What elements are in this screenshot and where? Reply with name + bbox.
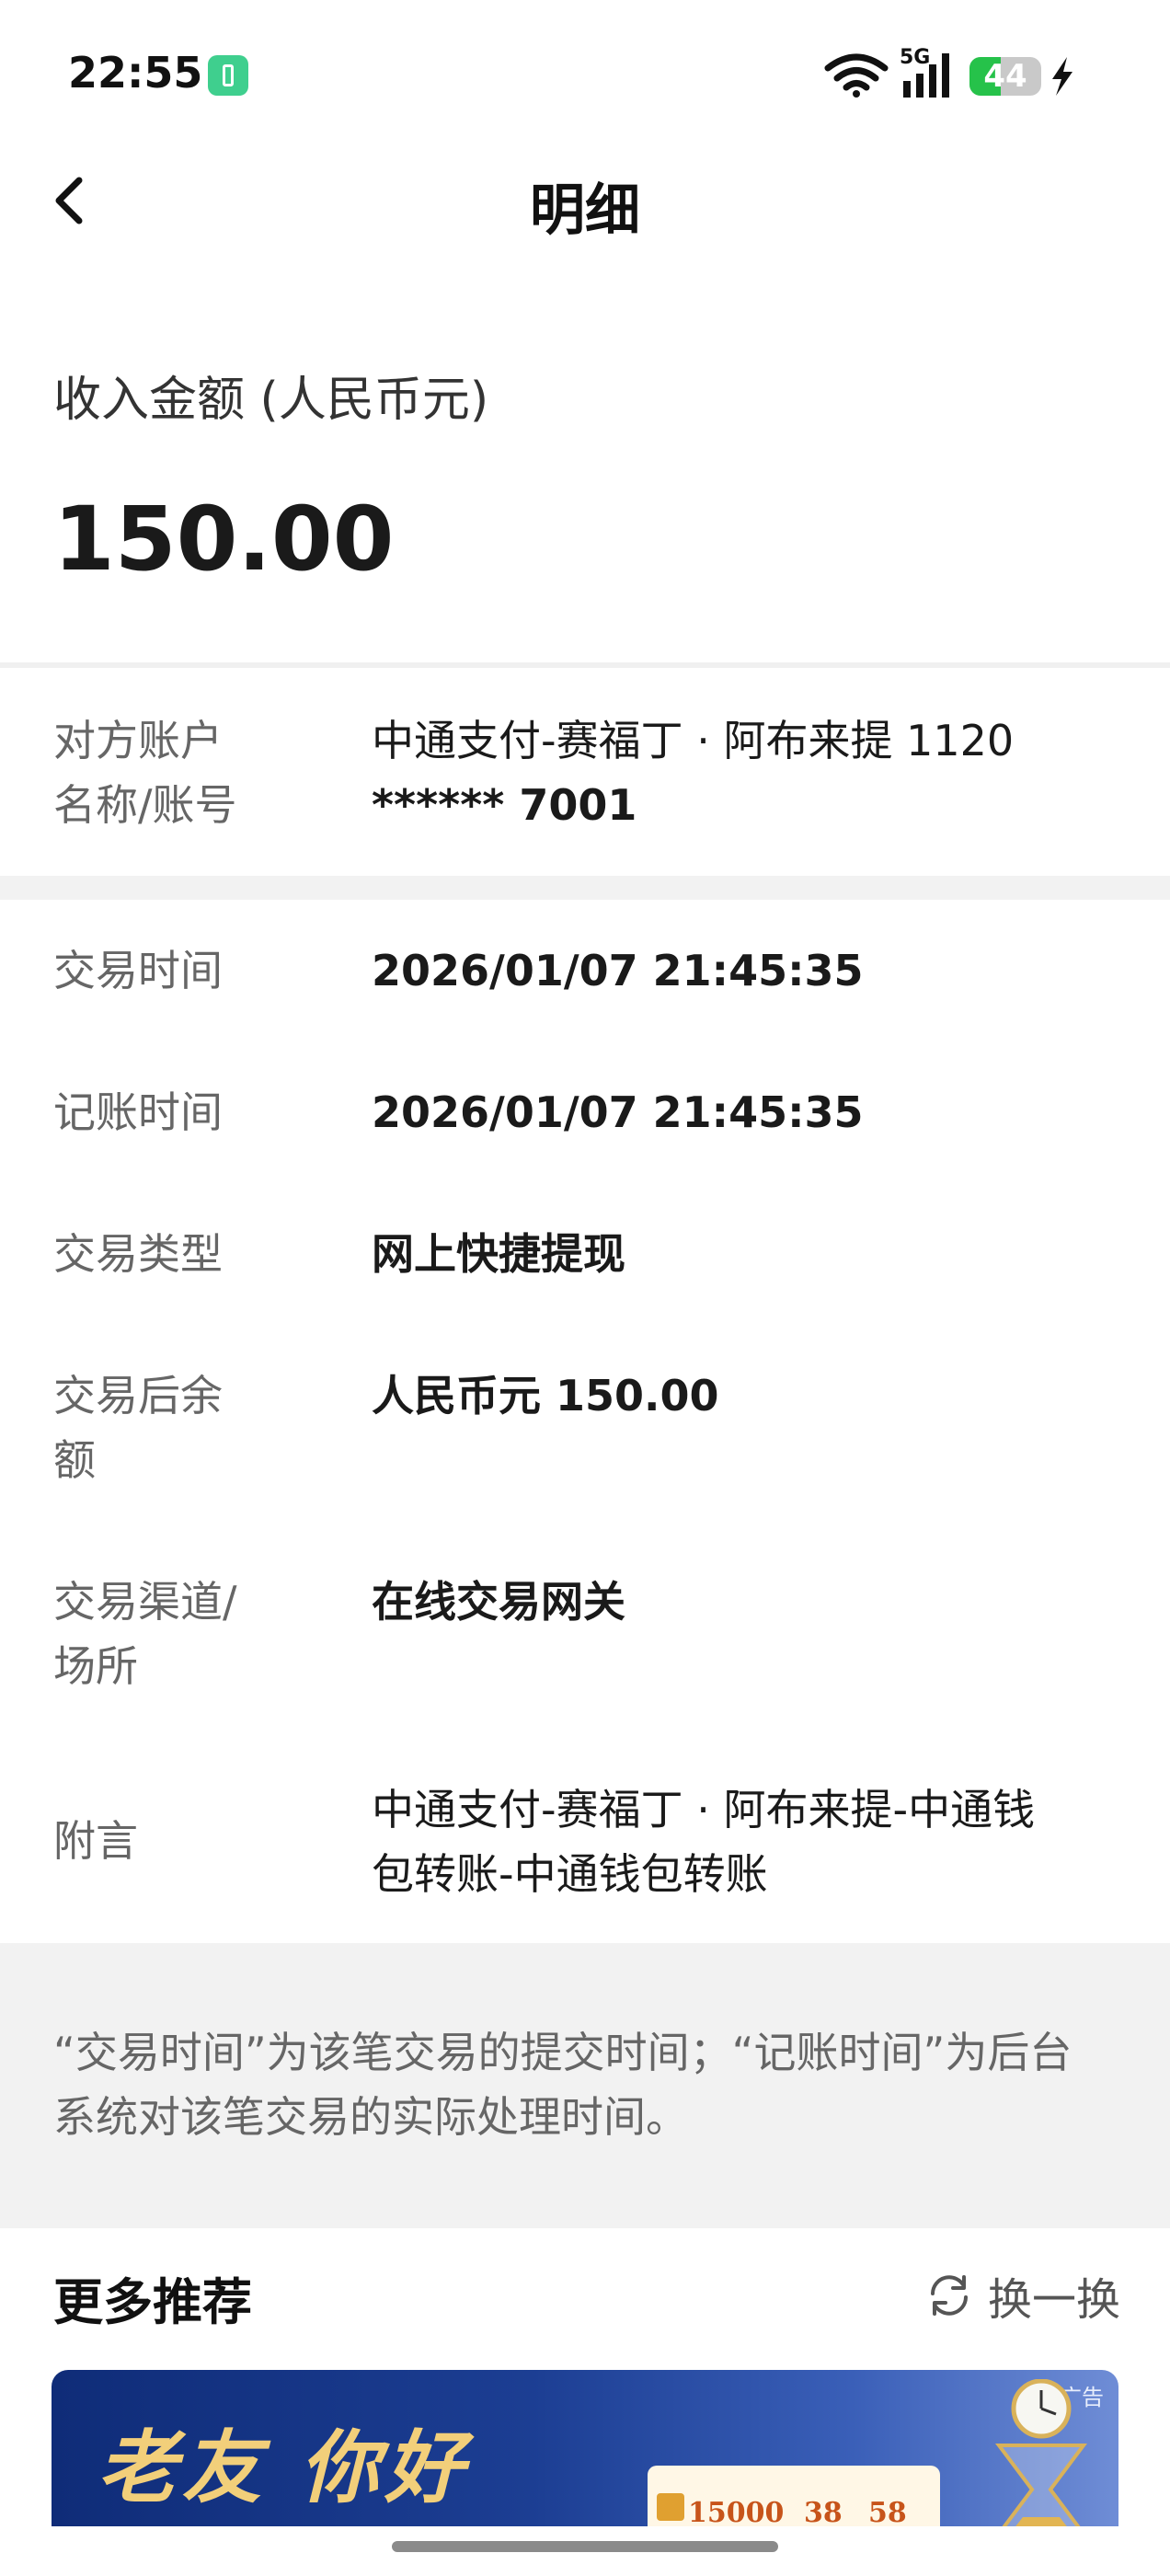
amount-label: 收入金额 (人民币元) bbox=[53, 373, 489, 428]
note-line: 系统对该笔交易的实际处理时间。 bbox=[53, 2092, 688, 2142]
battery-percent: 44 bbox=[983, 58, 1027, 95]
detail-value-line: 包转账-中通钱包转账 bbox=[372, 1849, 768, 1899]
counterparty-value-line: ****** 7001 bbox=[372, 780, 637, 830]
refresh-button[interactable]: 换一换 bbox=[923, 2263, 1120, 2328]
status-time: 22:55 bbox=[68, 48, 203, 98]
transaction-time-value: 2026/01/07 21:45:35 bbox=[372, 938, 1117, 1003]
detail-label-line: 交易时间 bbox=[53, 946, 223, 995]
transaction-type-value: 网上快捷提现 bbox=[372, 1222, 1117, 1286]
detail-label-line: 交易后余 bbox=[53, 1371, 223, 1420]
detail-label: 交易渠道/ 场所 bbox=[53, 1570, 357, 1698]
header: 明细 bbox=[0, 147, 1170, 256]
banner-card-number: 15000 bbox=[688, 2497, 785, 2526]
recommendations-title: 更多推荐 bbox=[53, 2273, 252, 2331]
counterparty-label-line: 名称/账号 bbox=[53, 780, 237, 830]
detail-value-line: 2026/01/07 21:45:35 bbox=[372, 946, 864, 995]
detail-label-line: 记账时间 bbox=[53, 1087, 223, 1137]
battery-indicator: 44 bbox=[969, 57, 1041, 96]
banner-offer-card: 15000 38 58 bbox=[648, 2466, 940, 2526]
detail-value-line: 网上快捷提现 bbox=[372, 1229, 625, 1279]
detail-value-line: 在线交易网关 bbox=[372, 1577, 625, 1627]
charging-bolt-icon bbox=[1052, 57, 1072, 96]
promo-banner[interactable]: 广告 老友 你好 15000 38 58 bbox=[52, 2370, 1118, 2526]
balance-after-value: 人民币元 150.00 bbox=[372, 1363, 1117, 1428]
amount-value: 150.00 bbox=[53, 488, 395, 591]
detail-label: 交易类型 bbox=[53, 1222, 357, 1286]
detail-label-line: 交易渠道/ bbox=[53, 1577, 237, 1627]
page: 22:55 5G 44 明细 收入金额 (人民币元) 150.00 对方账户 名… bbox=[0, 0, 1170, 2576]
detail-label-line: 附言 bbox=[53, 1816, 138, 1866]
hourglass-clock-icon bbox=[995, 2379, 1087, 2526]
counterparty-value-line: 中通支付-赛福丁 · 阿布来提 1120 bbox=[372, 716, 1015, 765]
detail-label-line: 额 bbox=[53, 1435, 96, 1485]
remark-value: 中通支付-赛福丁 · 阿布来提-中通钱 包转账-中通钱包转账 bbox=[372, 1777, 1117, 1906]
gift-icon bbox=[657, 2493, 684, 2521]
counterparty-label-line: 对方账户 bbox=[53, 716, 223, 765]
banner-card-value: 58 bbox=[868, 2497, 907, 2526]
status-bar: 22:55 5G 44 bbox=[0, 0, 1170, 147]
detail-label: 交易时间 bbox=[53, 938, 357, 1003]
wifi-icon bbox=[824, 53, 889, 98]
counterparty-label: 对方账户 名称/账号 bbox=[53, 708, 357, 837]
detail-value-line: 人民币元 150.00 bbox=[372, 1371, 719, 1420]
detail-label: 记账时间 bbox=[53, 1080, 357, 1144]
banner-card-value: 38 bbox=[804, 2497, 843, 2526]
note-line: “交易时间”为该笔交易的提交时间；“记账时间”为后台 bbox=[53, 2028, 1072, 2077]
battery-saver-app-icon bbox=[208, 55, 248, 96]
detail-value-line: 2026/01/07 21:45:35 bbox=[372, 1087, 864, 1137]
detail-label-line: 场所 bbox=[53, 1641, 138, 1691]
note-text: “交易时间”为该笔交易的提交时间；“记账时间”为后台 系统对该笔交易的实际处理时… bbox=[53, 2020, 1120, 2149]
detail-label: 交易后余 额 bbox=[53, 1363, 357, 1492]
cellular-signal-icon bbox=[903, 53, 949, 98]
refresh-icon bbox=[931, 2275, 968, 2316]
note-section: “交易时间”为该笔交易的提交时间；“记账时间”为后台 系统对该笔交易的实际处理时… bbox=[0, 1943, 1170, 2228]
channel-value: 在线交易网关 bbox=[372, 1570, 1117, 1634]
detail-value-line: 中通支付-赛福丁 · 阿布来提-中通钱 bbox=[372, 1785, 1036, 1834]
page-title: 明细 bbox=[530, 178, 640, 243]
section-gap bbox=[0, 876, 1170, 900]
detail-label: 附言 bbox=[53, 1809, 357, 1873]
divider bbox=[0, 662, 1170, 668]
refresh-label: 换一换 bbox=[988, 2274, 1121, 2326]
posting-time-value: 2026/01/07 21:45:35 bbox=[372, 1080, 1117, 1144]
counterparty-value: 中通支付-赛福丁 · 阿布来提 1120 ****** 7001 bbox=[372, 708, 1117, 837]
home-indicator[interactable] bbox=[392, 2541, 778, 2552]
detail-label-line: 交易类型 bbox=[53, 1229, 223, 1279]
banner-headline: 老友 你好 bbox=[98, 2421, 469, 2514]
